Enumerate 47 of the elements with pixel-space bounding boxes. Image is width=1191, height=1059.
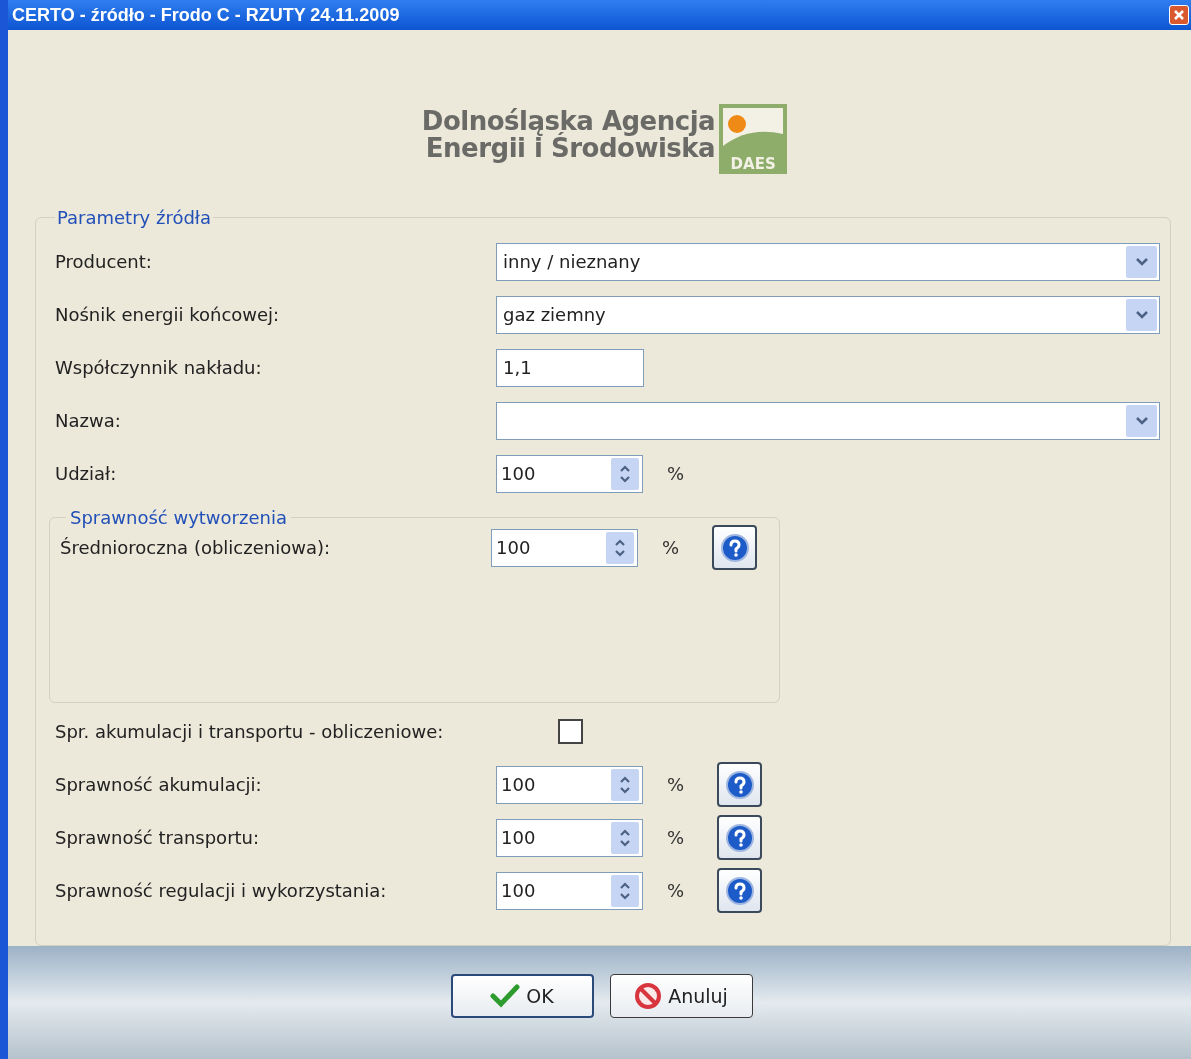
help-icon xyxy=(720,533,749,562)
help-button[interactable] xyxy=(712,525,757,570)
dropdown-field[interactable] xyxy=(496,401,1160,440)
field-label: Nazwa: xyxy=(55,409,122,433)
cancel-button[interactable]: Anuluj xyxy=(609,974,753,1018)
unit-label: % xyxy=(667,462,686,486)
window-title: CERTO - źródło - Frodo C - RZUTY 24.11.2009 xyxy=(11,3,400,27)
spinner-field[interactable]: 100 xyxy=(496,765,643,804)
field-label: Nośnik energii końcowej: xyxy=(55,303,281,327)
spinner-field[interactable]: 100 xyxy=(496,454,643,493)
unit-label: % xyxy=(667,773,686,797)
help-icon xyxy=(725,770,754,799)
chevron-down-icon xyxy=(1134,415,1149,426)
spinner-field[interactable]: 100 xyxy=(491,528,638,567)
field-label: Współczynnik nakładu: xyxy=(55,356,263,380)
field-label: Udział: xyxy=(55,462,118,486)
group-title: Parametry źródła xyxy=(56,206,212,230)
unit-label: % xyxy=(667,826,686,850)
field-label: Producent: xyxy=(55,250,153,274)
help-button[interactable] xyxy=(717,868,762,913)
check-icon xyxy=(490,984,521,1008)
field-label: Spr. akumulacji i transportu - obliczeniowe: xyxy=(55,720,445,744)
group-title: Sprawność wytworzenia xyxy=(69,506,288,530)
help-button[interactable] xyxy=(717,815,762,860)
close-button[interactable] xyxy=(1169,5,1189,25)
ok-button[interactable]: OK xyxy=(450,974,594,1018)
help-icon xyxy=(725,823,754,852)
field-label: Sprawność regulacji i wykorzystania: xyxy=(55,879,388,903)
help-icon xyxy=(725,876,754,905)
prohibited-icon xyxy=(634,982,663,1010)
close-icon xyxy=(1173,9,1185,21)
chevron-down-icon xyxy=(1134,309,1149,320)
checkbox[interactable] xyxy=(557,719,583,744)
field-label: Sprawność transportu: xyxy=(55,826,261,850)
input-field[interactable]: 1,1 xyxy=(496,348,644,387)
field-label: Średnioroczna (obliczeniowa): xyxy=(60,536,332,560)
help-button[interactable] xyxy=(717,762,762,807)
unit-label: % xyxy=(667,879,686,903)
logo-icon xyxy=(719,104,788,174)
logo-badge-text: DAES xyxy=(729,155,777,173)
spinner-field[interactable]: 100 xyxy=(496,871,643,910)
unit-label: % xyxy=(662,536,681,560)
dropdown-field[interactable]: gaz ziemny xyxy=(496,295,1160,334)
chevron-down-icon xyxy=(1134,256,1149,267)
dropdown-field[interactable]: inny / nieznany xyxy=(496,242,1160,281)
field-label: Sprawność akumulacji: xyxy=(55,773,263,797)
spinner-field[interactable]: 100 xyxy=(496,818,643,857)
